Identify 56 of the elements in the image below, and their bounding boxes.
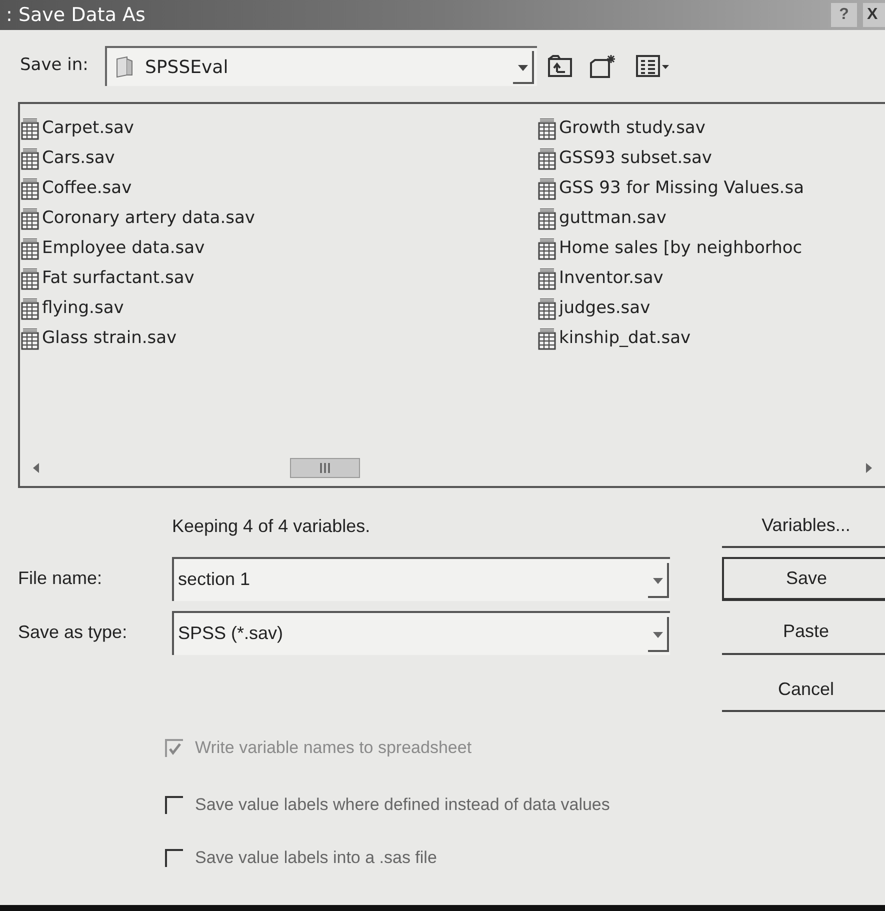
file-item[interactable]: Fat surfactant.sav (20, 264, 537, 294)
save-in-label: Save in: (20, 54, 90, 78)
save-in-value: SPSSEval (145, 56, 230, 80)
dialog-button[interactable]: Paste (722, 610, 885, 654)
checkbox[interactable] (165, 848, 183, 866)
save-in-dropdown[interactable]: SPSSEval (105, 46, 537, 86)
save-as-type-dropdown[interactable]: SPSS (*.sav) (172, 610, 670, 654)
file-item[interactable]: guttman.sav (537, 204, 885, 234)
file-item[interactable]: Home sales [by neighborhoc (537, 234, 885, 264)
file-item[interactable]: Employee data.sav (20, 234, 537, 264)
dialog-button[interactable]: Variables... (722, 504, 885, 548)
file-item[interactable]: GSS93 subset.sav (537, 144, 885, 174)
data-file-icon (537, 238, 557, 260)
file-item[interactable]: flying.sav (20, 294, 537, 324)
file-item[interactable]: Coronary artery data.sav (20, 204, 537, 234)
file-item[interactable]: Coffee.sav (20, 174, 537, 204)
grip-icon (319, 463, 331, 473)
file-item[interactable]: Inventor.sav (537, 264, 885, 294)
data-file-icon (537, 118, 557, 140)
save-as-type-label: Save as type: (18, 621, 128, 644)
help-button[interactable]: ? (831, 3, 857, 27)
dropdown-arrow-icon[interactable] (511, 49, 535, 85)
scrollbar-thumb[interactable] (290, 458, 360, 478)
view-menu-icon[interactable] (635, 53, 671, 79)
data-file-icon (537, 298, 557, 320)
dropdown-arrow-icon[interactable] (646, 560, 670, 598)
data-file-icon (537, 148, 557, 170)
file-item[interactable]: GSS 93 for Missing Values.sa (537, 174, 885, 204)
data-file-icon (537, 178, 557, 200)
status-text: Keeping 4 of 4 variables. (172, 514, 370, 538)
file-item[interactable]: Glass strain.sav (20, 324, 537, 354)
up-folder-icon[interactable] (547, 54, 573, 78)
data-file-icon (537, 328, 557, 350)
checkbox[interactable] (165, 796, 183, 814)
close-button[interactable]: X (863, 3, 885, 27)
data-file-icon (537, 208, 557, 230)
checkbox-label: Save value labels where defined instead of data values (195, 794, 610, 816)
file-name-value: section 1 (177, 568, 252, 591)
scroll-right-icon[interactable] (865, 462, 873, 474)
checkbox-label: Write variable names to spreadsheet (195, 736, 472, 759)
file-name-label: File name: (18, 567, 102, 590)
dialog-button[interactable]: Cancel (722, 668, 885, 712)
checkbox-label: Save value labels into a .sas file (195, 846, 437, 869)
dropdown-arrow-icon[interactable] (646, 614, 670, 652)
file-item[interactable]: Carpet.sav (20, 114, 537, 144)
folder-icon (115, 55, 135, 79)
file-item[interactable]: Growth study.sav (537, 114, 885, 144)
scroll-left-icon[interactable] (32, 462, 40, 474)
file-item[interactable]: judges.sav (537, 294, 885, 324)
window-title: : Save Data As (5, 2, 146, 28)
file-name-field[interactable]: section 1 (172, 556, 670, 600)
file-item[interactable]: kinship_dat.sav (537, 324, 885, 354)
data-file-icon (537, 268, 557, 290)
dialog-button[interactable]: Save (722, 556, 885, 600)
file-item[interactable]: Cars.sav (20, 144, 537, 174)
save-as-type-value: SPSS (*.sav) (177, 622, 284, 645)
